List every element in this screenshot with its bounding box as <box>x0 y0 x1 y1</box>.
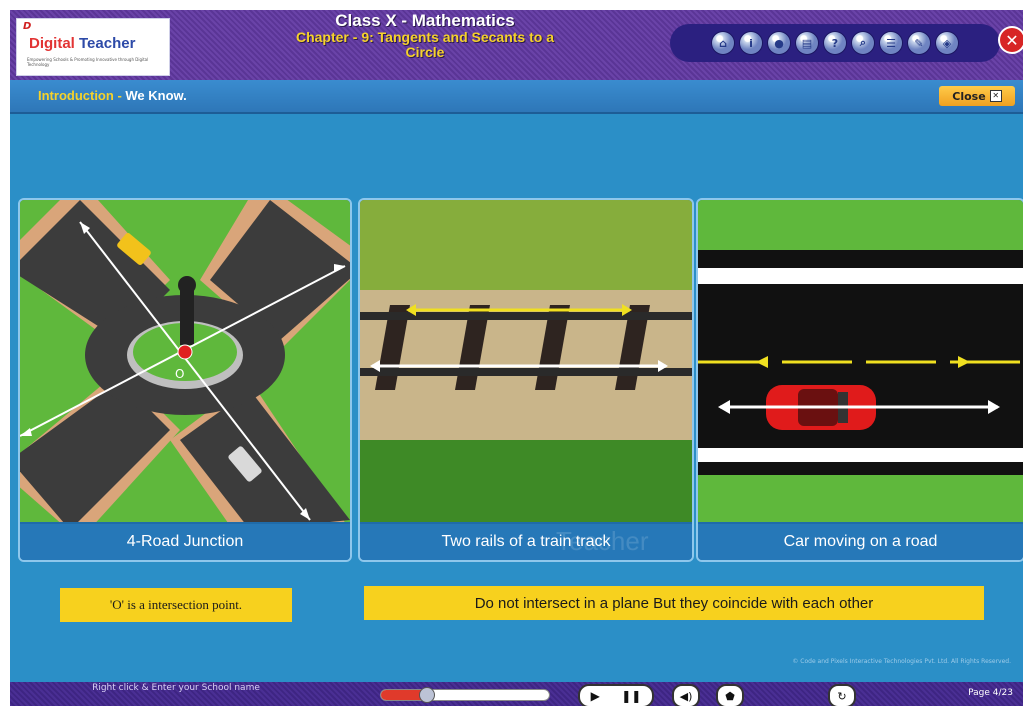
close-section-button[interactable]: Close ✕ <box>939 86 1015 106</box>
section-heading: We Know. <box>125 88 187 103</box>
menu-icon[interactable]: ☰ <box>880 32 902 54</box>
card-caption: 4-Road Junction <box>20 524 350 560</box>
refresh-icon[interactable]: ↻ <box>828 684 856 706</box>
pencil-icon[interactable]: ✎ <box>908 32 930 54</box>
digital-teacher-logo: D Digital Teacher Empowering Schools & P… <box>16 18 170 76</box>
class-title: Class X - Mathematics <box>335 11 515 30</box>
logo-tagline: Empowering Schools & Promoting Innovativ… <box>27 57 149 67</box>
page-number: 4/23 <box>992 688 1013 698</box>
card-caption: Car moving on a road <box>698 524 1023 560</box>
eraser-icon[interactable]: ◈ <box>936 32 958 54</box>
title-block: Class X - Mathematics Chapter - 9: Tange… <box>190 12 660 60</box>
point-o-label: O <box>175 367 184 381</box>
chapter-title: Chapter - 9: Tangents and Secants to a C… <box>295 29 554 60</box>
volume-slider-knob[interactable] <box>419 687 436 703</box>
section-bar: Introduction - We Know. Close ✕ <box>10 80 1023 114</box>
play-icon[interactable]: ▶ <box>591 689 600 703</box>
search-icon[interactable]: ⌕ <box>852 32 874 54</box>
car-road-illustration <box>698 200 1023 522</box>
card-train-track: Two rails of a train track <box>358 198 694 562</box>
notes-icon[interactable]: ▤ <box>796 32 818 54</box>
help-icon[interactable]: ? <box>824 32 846 54</box>
top-toolbar: ⌂ i ● ▤ ? ⌕ ☰ ✎ ◈ <box>670 24 1000 62</box>
logo-mark: D <box>23 21 32 32</box>
copyright-text: © Code and Pixels Interactive Technologi… <box>792 658 1011 665</box>
page-indicator: Page 4/23 <box>968 688 1013 698</box>
page-label: Page <box>968 688 990 698</box>
section-label: Introduction <box>38 88 114 103</box>
school-name-prompt[interactable]: Right click & Enter your School name <box>66 683 286 693</box>
parallel-note: Do not intersect in a plane But they coi… <box>364 586 984 620</box>
logo-name-part-1: Digital <box>29 35 75 52</box>
close-icon: ✕ <box>989 90 1002 102</box>
section-separator: - <box>113 88 126 103</box>
header-bar: D Digital Teacher Empowering Schools & P… <box>10 10 1023 80</box>
app-window: D Digital Teacher Empowering Schools & P… <box>10 10 1023 706</box>
playback-controls: ▶ ❚❚ <box>578 684 654 706</box>
card-road-junction: O 4-Road Junction <box>18 198 352 562</box>
watermark-text: Teacher <box>556 526 649 556</box>
logo-name-part-2: Teacher <box>74 35 136 52</box>
logo-name: Digital Teacher <box>29 35 135 52</box>
stop-icon[interactable]: ⬟ <box>716 684 744 706</box>
close-app-button[interactable]: ✕ <box>1000 28 1023 52</box>
train-track-illustration <box>360 200 692 522</box>
card-car-road: Car moving on a road <box>696 198 1023 562</box>
road-junction-illustration: O <box>20 200 350 522</box>
close-label: Close <box>952 89 986 103</box>
info-icon[interactable]: i <box>740 32 762 54</box>
record-icon[interactable]: ● <box>768 32 790 54</box>
intersection-note: 'O' is a intersection point. <box>60 588 292 622</box>
home-icon[interactable]: ⌂ <box>712 32 734 54</box>
pause-icon[interactable]: ❚❚ <box>621 689 641 703</box>
section-title: Introduction - We Know. <box>38 88 187 103</box>
audio-icon[interactable]: ◀) <box>672 684 700 706</box>
volume-slider[interactable] <box>380 687 550 703</box>
footer-bar: Right click & Enter your School name ▶ ❚… <box>10 682 1023 706</box>
